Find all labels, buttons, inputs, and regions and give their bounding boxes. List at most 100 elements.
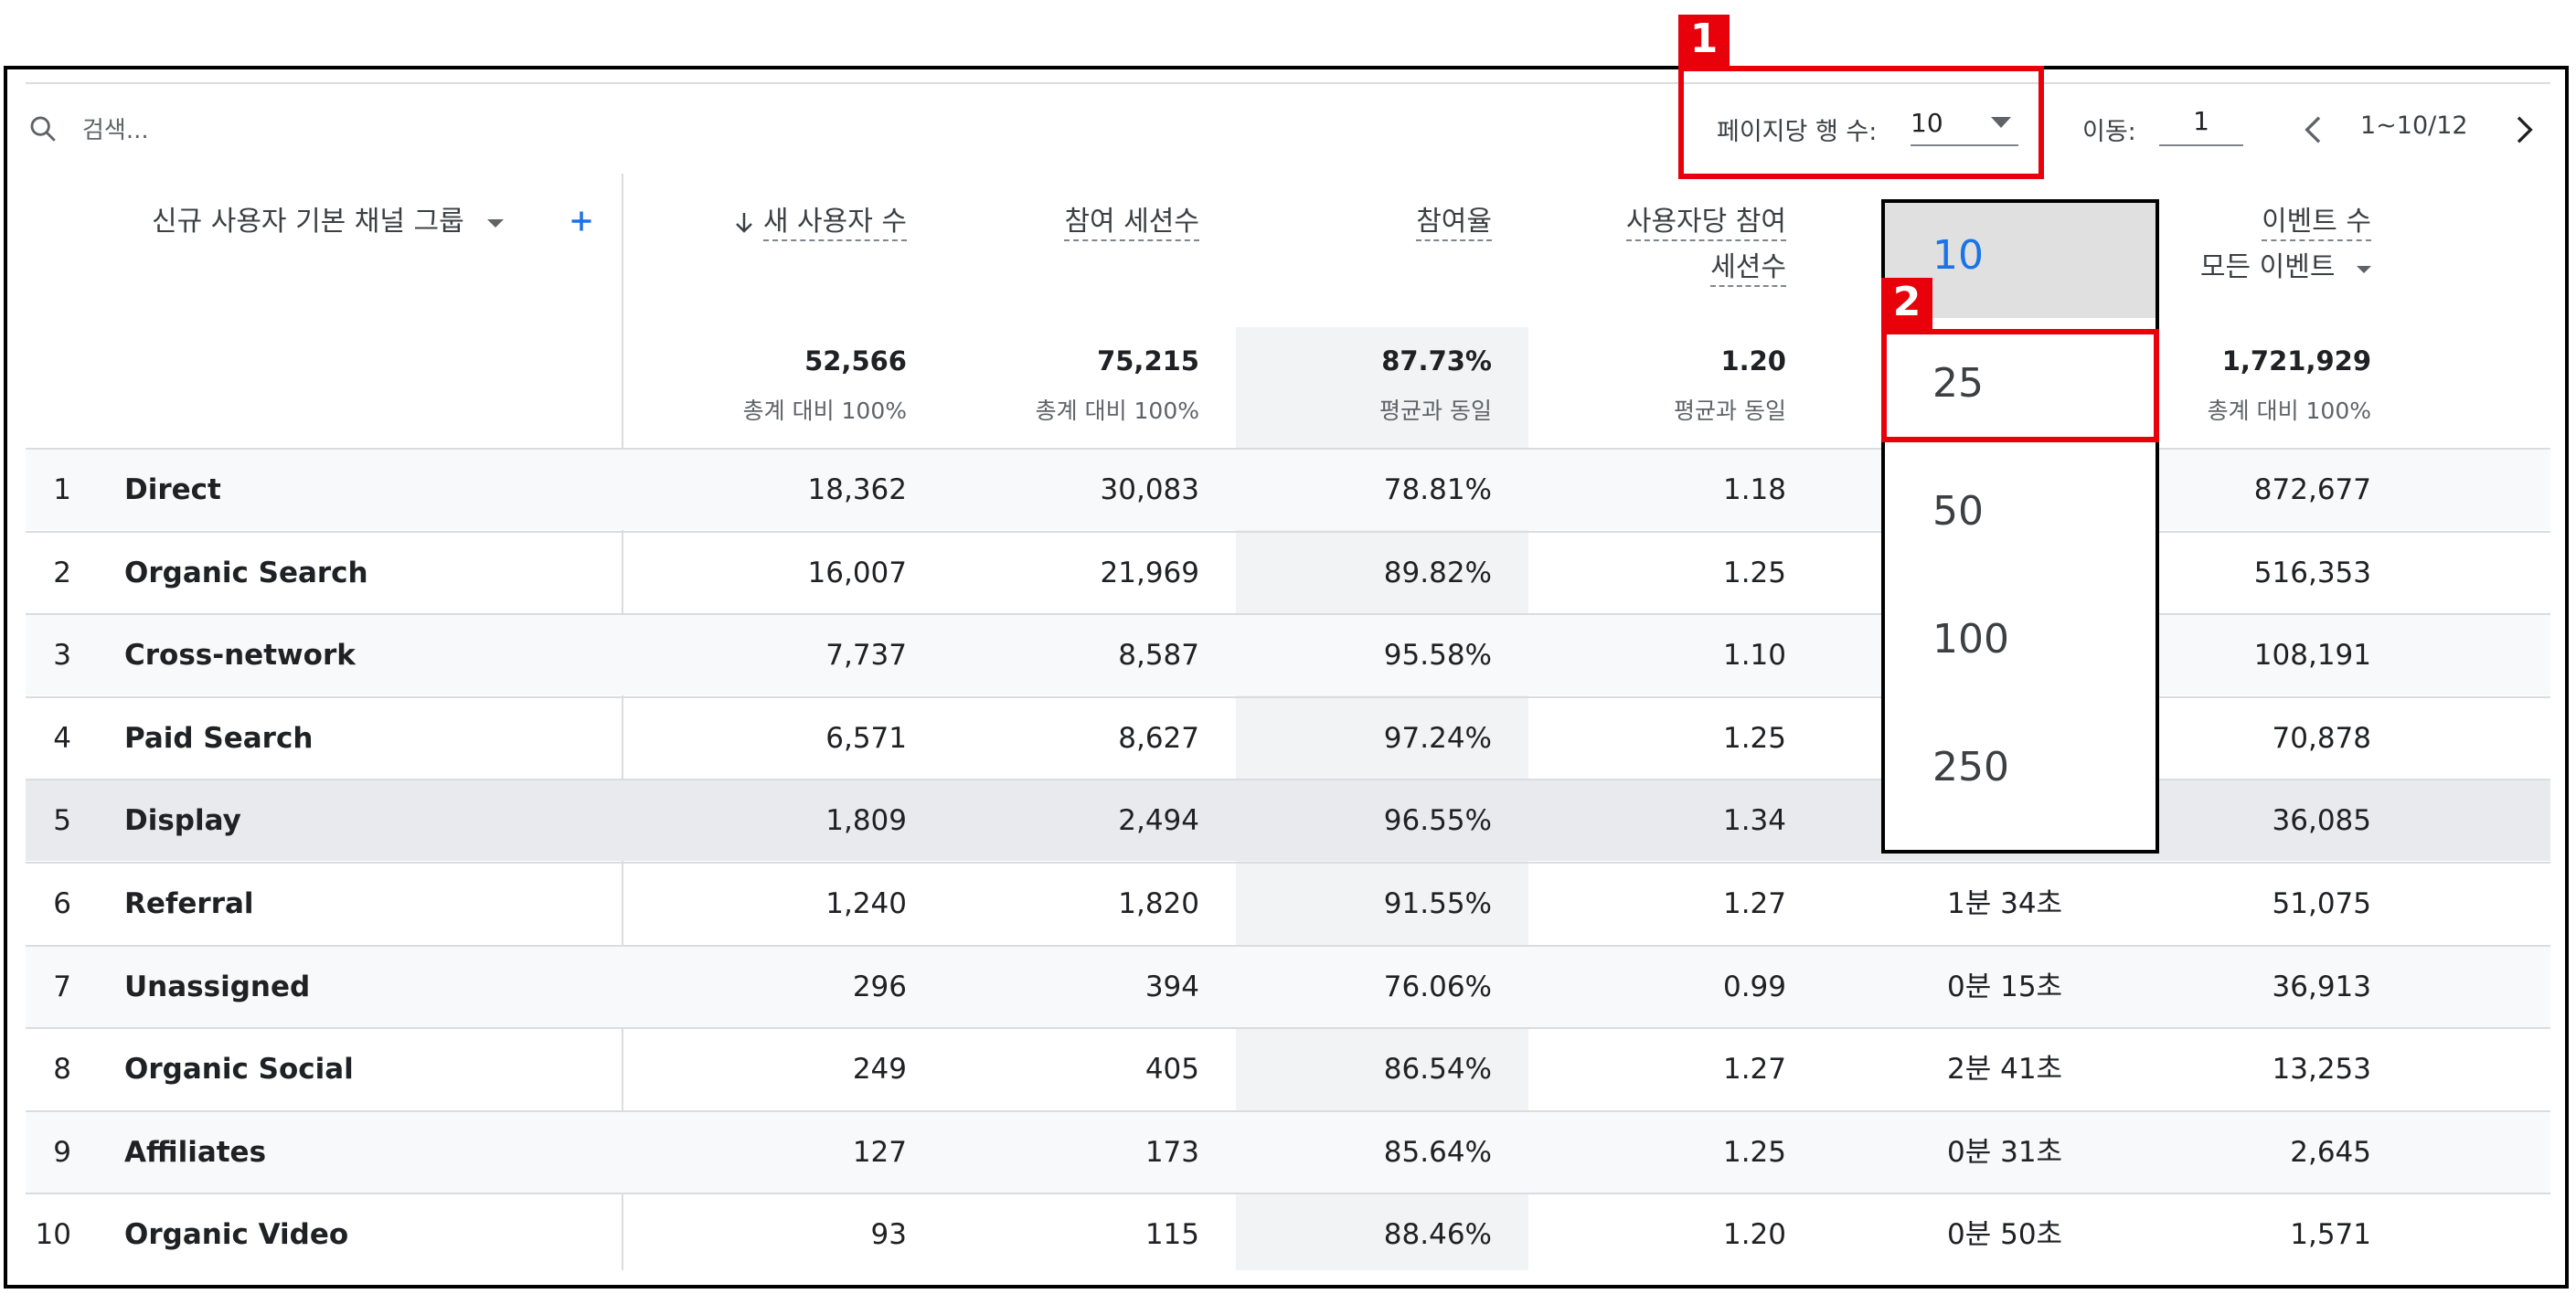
row-index: 7 bbox=[53, 970, 71, 1003]
add-dimension-icon[interactable] bbox=[569, 208, 594, 234]
table-row[interactable]: 5 Display 1,809 2,494 96.55% 1.34 36,085 bbox=[26, 779, 2550, 862]
column-header-label: 참여 세션수 bbox=[1064, 206, 1199, 241]
cell-sessions-per-user: 1.25 bbox=[1722, 721, 1786, 755]
column-header-label: 참여율 bbox=[1416, 206, 1492, 241]
cell-new-users: 127 bbox=[852, 1135, 907, 1169]
row-index: 6 bbox=[53, 887, 71, 920]
next-page-icon[interactable] bbox=[2505, 111, 2541, 148]
row-channel-name: Unassigned bbox=[124, 970, 311, 1003]
cell-engagement-rate: 91.55% bbox=[1383, 887, 1492, 920]
total-subtext: 평균과 동일 bbox=[1379, 398, 1492, 424]
cell-new-users: 1,809 bbox=[825, 804, 907, 838]
table-row[interactable]: 1 Direct 18,362 30,083 78.81% 1.18 872,677 bbox=[26, 448, 2550, 530]
column-header-label: 사용자당 참여 bbox=[1625, 206, 1786, 241]
row-index: 4 bbox=[53, 721, 71, 755]
row-channel-name: Organic Social bbox=[124, 1053, 354, 1087]
column-header-sessions-per-user[interactable]: 사용자당 참여 세션수 bbox=[1625, 199, 1786, 291]
cell-engaged-sessions: 8,627 bbox=[1118, 721, 1199, 755]
dropdown-option-50[interactable]: 50 bbox=[1885, 448, 2156, 576]
table-row[interactable]: 9 Affiliates 127 173 85.64% 1.25 0분 31초 2,645 bbox=[26, 1109, 2550, 1193]
dimension-header[interactable]: 신규 사용자 기본 채널 그룹 bbox=[152, 199, 505, 245]
table-row[interactable]: 10 Organic Video 93 115 88.46% 1.20 0분 50초 1,57… bbox=[26, 1193, 2550, 1275]
row-channel-name: Referral bbox=[124, 887, 254, 920]
cell-event-count: 36,913 bbox=[2272, 970, 2371, 1003]
row-channel-name: Paid Search bbox=[124, 721, 314, 755]
total-value: 1,721,929 bbox=[2221, 345, 2371, 377]
cell-event-count: 51,075 bbox=[2272, 887, 2371, 920]
row-index: 8 bbox=[53, 1053, 71, 1087]
cell-sessions-per-user: 1.18 bbox=[1722, 473, 1786, 506]
column-header-engaged-sessions[interactable]: 참여 세션수 bbox=[1064, 199, 1199, 245]
cell-sessions-per-user: 1.10 bbox=[1722, 639, 1786, 673]
cell-engaged-sessions: 394 bbox=[1144, 970, 1199, 1003]
previous-page-icon[interactable] bbox=[2296, 111, 2333, 148]
cell-sessions-per-user: 1.25 bbox=[1722, 556, 1786, 589]
row-index: 1 bbox=[53, 473, 71, 506]
cell-new-users: 16,007 bbox=[807, 556, 907, 589]
row-channel-name: Organic Search bbox=[124, 556, 368, 589]
row-index: 2 bbox=[53, 556, 71, 589]
dimension-header-label: 신규 사용자 기본 채널 그룹 bbox=[152, 206, 464, 238]
cell-engaged-sessions: 2,494 bbox=[1118, 804, 1199, 838]
cell-new-users: 7,737 bbox=[825, 639, 907, 673]
table-row[interactable]: 7 Unassigned 296 394 76.06% 0.99 0분 15초 36,913 bbox=[26, 944, 2550, 1027]
row-index: 9 bbox=[53, 1135, 71, 1169]
column-header-label: 새 사용자 수 bbox=[762, 206, 907, 241]
dropdown-option-100[interactable]: 100 bbox=[1885, 576, 2156, 704]
total-subtext: 총계 대비 100% bbox=[742, 398, 907, 424]
dropdown-option-250[interactable]: 250 bbox=[1885, 704, 2156, 832]
cell-event-count: 13,253 bbox=[2272, 1053, 2371, 1087]
cell-engaged-sessions: 30,083 bbox=[1100, 473, 1199, 506]
annotation-box-1 bbox=[1678, 66, 2044, 179]
cell-engagement-rate: 95.58% bbox=[1383, 639, 1492, 673]
cell-engaged-sessions: 1,820 bbox=[1118, 887, 1199, 920]
cell-new-users: 93 bbox=[870, 1218, 907, 1252]
column-header-engagement-rate[interactable]: 참여율 bbox=[1416, 199, 1492, 245]
column-header-new-users[interactable]: 새 사용자 수 bbox=[734, 199, 907, 245]
total-value: 75,215 bbox=[1097, 345, 1199, 377]
search-icon bbox=[30, 116, 56, 142]
page-range-text: 1~10/12 bbox=[2360, 111, 2468, 140]
cell-sessions-per-user: 1.27 bbox=[1722, 1053, 1786, 1087]
row-channel-name: Display bbox=[124, 804, 241, 838]
table-row[interactable]: 2 Organic Search 16,007 21,969 89.82% 1.25 516… bbox=[26, 530, 2550, 613]
annotation-box-2 bbox=[1881, 329, 2159, 442]
total-value: 1.20 bbox=[1720, 345, 1786, 377]
row-channel-name: Affiliates bbox=[124, 1135, 267, 1169]
chevron-down-icon[interactable] bbox=[487, 217, 505, 228]
cell-sessions-per-user: 1.25 bbox=[1722, 1135, 1786, 1169]
total-subtext: 평균과 동일 bbox=[1674, 398, 1786, 424]
table-row[interactable]: 6 Referral 1,240 1,820 91.55% 1.27 1분 34초 51,07… bbox=[26, 862, 2550, 944]
annotation-tag-1: 1 bbox=[1678, 15, 1730, 66]
cell-new-users: 296 bbox=[852, 970, 907, 1003]
cell-engagement-rate: 86.54% bbox=[1383, 1053, 1492, 1087]
column-header-event-count[interactable]: 이벤트 수 모든 이벤트 bbox=[2200, 199, 2371, 291]
goto-page-input[interactable]: 1 bbox=[2159, 106, 2243, 146]
cell-sessions-per-user: 1.27 bbox=[1722, 887, 1786, 920]
chevron-down-icon[interactable] bbox=[2357, 263, 2371, 274]
cell-engaged-sessions: 8,587 bbox=[1118, 639, 1199, 673]
row-index: 3 bbox=[53, 639, 71, 673]
cell-sessions-per-user: 1.34 bbox=[1722, 804, 1786, 838]
total-value: 87.73% bbox=[1381, 345, 1492, 377]
cell-engagement-rate: 85.64% bbox=[1383, 1135, 1492, 1169]
cell-new-users: 249 bbox=[852, 1053, 907, 1087]
cell-engaged-sessions: 21,969 bbox=[1100, 556, 1199, 589]
cell-new-users: 1,240 bbox=[825, 887, 907, 920]
cell-engagement-rate: 78.81% bbox=[1383, 473, 1492, 506]
table-row[interactable]: 3 Cross-network 7,737 8,587 95.58% 1.10 108,19… bbox=[26, 613, 2550, 696]
cell-engagement-rate: 88.46% bbox=[1383, 1218, 1492, 1252]
row-channel-name: Organic Video bbox=[124, 1218, 349, 1252]
cell-engagement-rate: 76.06% bbox=[1383, 970, 1492, 1003]
column-header-label-line2: 세션수 bbox=[1710, 251, 1786, 287]
column-header-label: 이벤트 수 bbox=[2262, 206, 2371, 241]
annotation-tag-2: 2 bbox=[1881, 278, 1932, 329]
row-channel-name: Direct bbox=[124, 473, 221, 506]
cell-engagement-rate: 96.55% bbox=[1383, 804, 1492, 838]
table-row[interactable]: 8 Organic Social 249 405 86.54% 1.27 2분 41초 13,… bbox=[26, 1027, 2550, 1109]
cell-engagement-rate: 89.82% bbox=[1383, 556, 1492, 589]
table-row[interactable]: 4 Paid Search 6,571 8,627 97.24% 1.25 70,878 bbox=[26, 695, 2550, 779]
cell-event-count: 2,645 bbox=[2290, 1135, 2371, 1169]
goto-label: 이동: bbox=[2082, 118, 2136, 146]
search-input[interactable]: 검색... bbox=[82, 111, 149, 145]
